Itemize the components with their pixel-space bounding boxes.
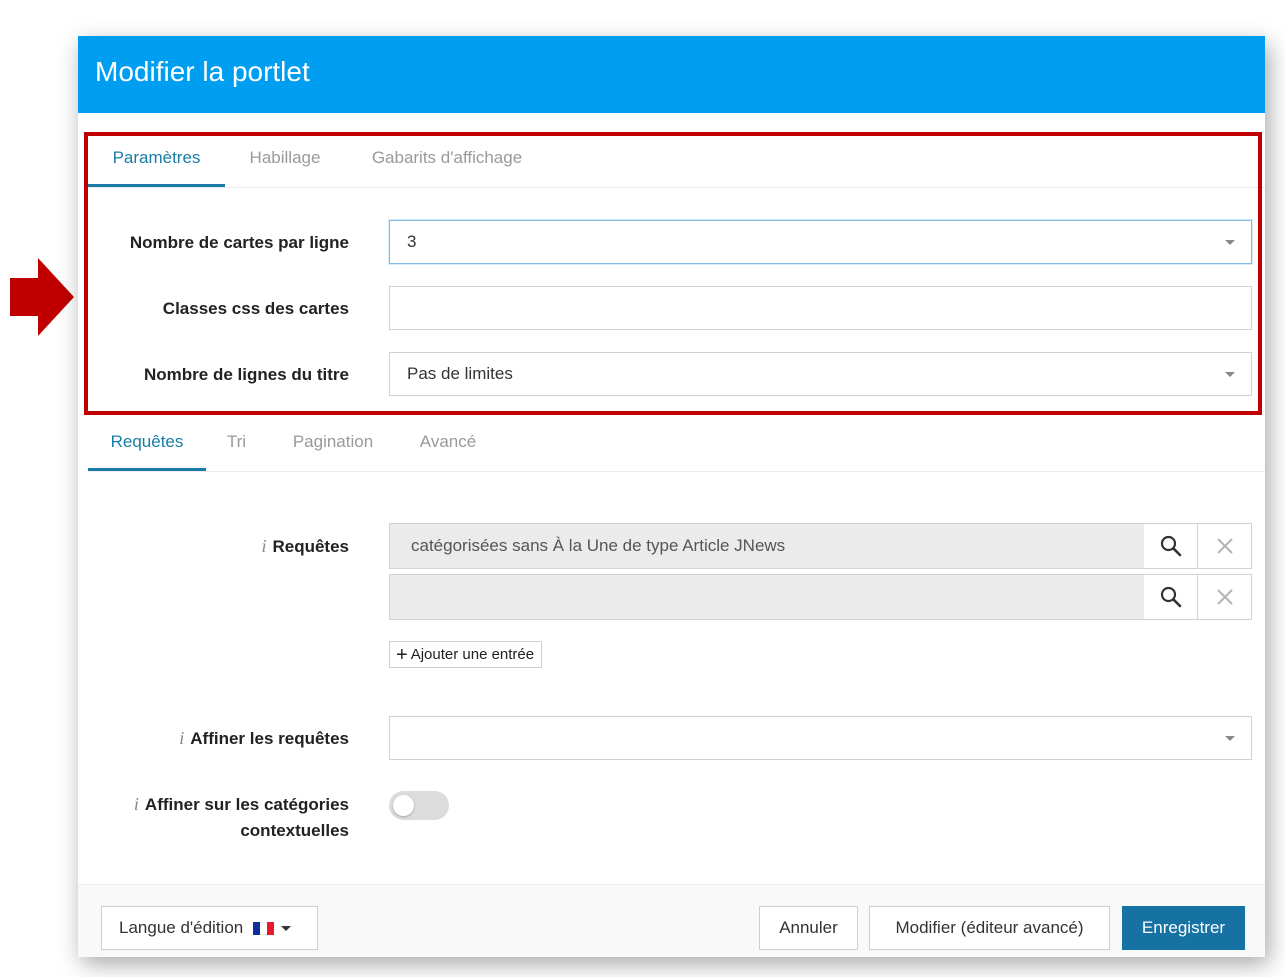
tab-avance[interactable]: Avancé: [417, 417, 479, 468]
refine-contextual-label-line2: contextuelles: [240, 821, 349, 840]
save-button[interactable]: Enregistrer: [1122, 906, 1245, 950]
french-flag-icon: [253, 921, 275, 935]
tab-habillage[interactable]: Habillage: [245, 133, 325, 184]
modal-footer: Langue d'édition Annuler Modifier (édite…: [78, 884, 1265, 957]
cancel-button[interactable]: Annuler: [759, 906, 858, 950]
page: Modifier la portlet Paramètres Habillage…: [0, 0, 1285, 977]
annotation-arrow-icon: [10, 258, 74, 336]
refine-contextual-label: i Affiner sur les catégories contextuelle…: [89, 791, 349, 844]
css-classes-label: Classes css des cartes: [162, 299, 349, 318]
close-icon: [1216, 538, 1233, 554]
info-icon: i: [261, 536, 267, 556]
cards-per-line-select[interactable]: 3: [389, 220, 1252, 264]
add-entry-button[interactable]: + Ajouter une entrée: [389, 641, 543, 668]
query-clear-button[interactable]: [1198, 523, 1252, 569]
queries-label-text: Requêtes: [272, 537, 349, 556]
edit-portlet-modal: Modifier la portlet Paramètres Habillage…: [78, 36, 1265, 957]
title-lines-value: Pas de limites: [407, 364, 513, 383]
title-lines-select[interactable]: Pas de limites: [389, 352, 1252, 396]
cards-per-line-label: Nombre de cartes par ligne: [129, 233, 349, 252]
refine-contextual-toggle[interactable]: [389, 791, 449, 820]
search-icon: [1160, 586, 1181, 608]
info-icon: i: [133, 794, 139, 814]
modal-title: Modifier la portlet: [95, 56, 310, 87]
css-classes-input[interactable]: [389, 286, 1252, 330]
query-entry-row: catégorisées sans À la Une de type Artic…: [389, 523, 1253, 569]
query-clear-button[interactable]: [1198, 574, 1252, 620]
query-entry-value: catégorisées sans À la Une de type Artic…: [411, 536, 786, 555]
toggle-knob: [393, 795, 414, 816]
tab-parametres[interactable]: Paramètres: [88, 133, 225, 187]
tab-pagination[interactable]: Pagination: [287, 417, 379, 468]
query-entry-input[interactable]: [389, 574, 1145, 620]
refine-queries-label: i Affiner les requêtes: [179, 728, 349, 749]
query-tabbar: Requêtes Tri Pagination Avancé: [88, 417, 1265, 472]
refine-queries-select[interactable]: [389, 716, 1252, 760]
refine-queries-label-text: Affiner les requêtes: [190, 729, 349, 748]
tab-tri[interactable]: Tri: [225, 417, 248, 468]
modal-header: Modifier la portlet: [78, 36, 1265, 113]
plus-icon: +: [396, 643, 408, 666]
tab-requetes[interactable]: Requêtes: [88, 417, 206, 471]
settings-tabbar: Paramètres Habillage Gabarits d'affichag…: [88, 133, 1265, 188]
close-icon: [1216, 589, 1233, 605]
query-search-button[interactable]: [1144, 523, 1198, 569]
refine-contextual-label-line1: Affiner sur les catégories: [144, 795, 349, 814]
info-icon: i: [179, 728, 185, 748]
query-entry-input[interactable]: catégorisées sans À la Une de type Artic…: [389, 523, 1145, 569]
queries-label: i Requêtes: [261, 536, 349, 557]
chevron-down-icon: [1225, 372, 1235, 377]
chevron-down-icon: [1225, 240, 1235, 245]
chevron-down-icon: [1225, 736, 1235, 741]
title-lines-label: Nombre de lignes du titre: [144, 365, 349, 384]
caret-down-icon: [281, 925, 292, 931]
search-icon: [1160, 535, 1181, 557]
query-entry-row: [389, 574, 1253, 620]
add-entry-label: Ajouter une entrée: [410, 646, 535, 663]
cards-per-line-value: 3: [407, 232, 417, 251]
tab-gabarits[interactable]: Gabarits d'affichage: [363, 133, 531, 184]
language-label: Langue d'édition: [119, 918, 244, 937]
query-search-button[interactable]: [1144, 574, 1198, 620]
language-dropdown-button[interactable]: Langue d'édition: [101, 906, 318, 950]
advanced-editor-button[interactable]: Modifier (éditeur avancé): [869, 906, 1110, 950]
